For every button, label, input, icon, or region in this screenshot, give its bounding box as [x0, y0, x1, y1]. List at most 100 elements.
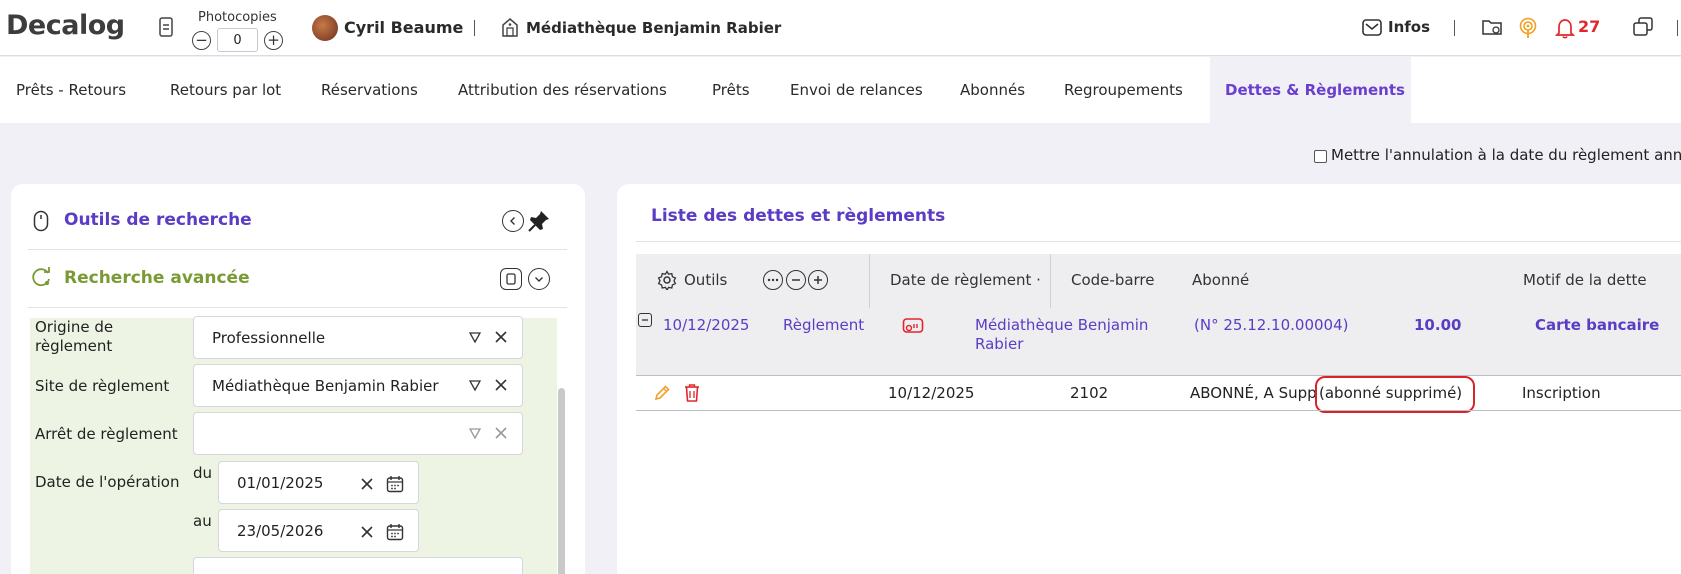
tab-prets[interactable]: Prêts: [702, 57, 778, 123]
debt-reason: Inscription: [1522, 384, 1601, 402]
minus-icon: [792, 279, 800, 281]
stop-select[interactable]: [193, 412, 523, 455]
calendar-icon[interactable]: [386, 523, 404, 541]
calendar-icon[interactable]: [386, 475, 404, 493]
expand-advanced-search-button[interactable]: [528, 268, 550, 290]
delete-trash-icon[interactable]: [683, 383, 701, 403]
debt-subscriber[interactable]: ABONNÉ, A Supp: [1190, 384, 1316, 402]
site-label: Site de règlement: [35, 377, 170, 395]
tab-prets-retours[interactable]: Prêts - Retours: [0, 57, 152, 123]
site-select[interactable]: Médiathèque Benjamin Rabier: [193, 364, 523, 407]
column-header-date[interactable]: Date de règlement ·: [890, 271, 1041, 289]
photocopier-icon: [158, 17, 174, 37]
divider: [28, 249, 567, 250]
library-name[interactable]: Médiathèque Benjamin Rabier: [526, 19, 781, 37]
bell-icon[interactable]: [1555, 17, 1575, 39]
row-divider: [636, 375, 1681, 376]
decalog-logo[interactable]: Decalog: [6, 10, 125, 41]
photocopies-count-input[interactable]: 0: [217, 28, 258, 52]
tools-menu-label[interactable]: Outils: [684, 271, 727, 289]
to-label: au: [193, 512, 212, 530]
mail-icon[interactable]: [1362, 19, 1382, 36]
bookmark-icon: [506, 273, 516, 285]
minus-icon: [642, 319, 648, 321]
tab-reservations[interactable]: Réservations: [296, 57, 440, 123]
tab-envoi-relances[interactable]: Envoi de relances: [778, 57, 954, 123]
payment-type[interactable]: Règlement: [783, 316, 864, 334]
clear-icon[interactable]: [494, 378, 508, 392]
debts-list-title: Liste des dettes et règlements: [651, 206, 946, 226]
notification-count-badge[interactable]: 27: [1578, 17, 1600, 36]
mouse-icon: [33, 210, 49, 232]
deleted-subscriber-highlight: [1315, 376, 1475, 413]
payment-site[interactable]: Médiathèque Benjamin Rabier: [975, 316, 1165, 354]
filter-icon[interactable]: [468, 330, 482, 344]
filter-icon[interactable]: [468, 378, 482, 392]
user-name[interactable]: Cyril Beaume: [344, 18, 463, 37]
building-icon: [501, 17, 519, 37]
payment-amount[interactable]: 10.00: [1414, 316, 1461, 334]
to-date-input[interactable]: 23/05/2026: [218, 509, 419, 552]
row-divider: [636, 410, 1681, 411]
column-header-barcode[interactable]: Code-barre: [1071, 271, 1155, 289]
tab-attribution-reservations[interactable]: Attribution des réservations: [440, 57, 702, 123]
separator: [474, 20, 475, 36]
collapse-panel-button[interactable]: [502, 210, 524, 232]
to-date-value: 23/05/2026: [237, 521, 324, 540]
form-scrollbar-thumb[interactable]: [558, 388, 565, 574]
more-options-button[interactable]: [763, 270, 783, 290]
payment-terminal-icon[interactable]: [902, 316, 924, 336]
separator: [1677, 20, 1678, 36]
payment-reference[interactable]: (N° 25.12.10.00004): [1194, 316, 1348, 334]
payment-method[interactable]: Carte bancaire: [1535, 316, 1659, 334]
plus-icon: [814, 276, 822, 284]
clear-icon[interactable]: [494, 426, 508, 440]
origin-label: Origine de règlement: [35, 318, 114, 355]
user-avatar[interactable]: [312, 15, 338, 41]
divider: [28, 307, 567, 308]
clear-icon[interactable]: [360, 525, 374, 539]
payment-date[interactable]: 10/12/2025: [663, 316, 749, 334]
expand-all-button[interactable]: [808, 270, 828, 290]
column-separator: [1050, 254, 1051, 308]
clear-icon[interactable]: [360, 477, 374, 491]
infos-link[interactable]: Infos: [1388, 18, 1430, 36]
column-header-reason[interactable]: Motif de la dette: [1523, 271, 1647, 289]
clear-icon[interactable]: [494, 330, 508, 344]
separator: [1454, 20, 1455, 36]
chevron-down-icon: [535, 277, 543, 282]
collapse-group-button[interactable]: [638, 313, 652, 327]
operation-type-select[interactable]: [193, 557, 523, 574]
search-tools-title: Outils de recherche: [64, 210, 252, 230]
column-header-subscriber[interactable]: Abonné: [1192, 271, 1249, 289]
cancel-date-checkbox-label[interactable]: Mettre l'annulation à la date du règleme…: [1331, 146, 1681, 164]
advanced-search-title: Recherche avancée: [64, 268, 250, 288]
ellipsis-icon: [767, 278, 779, 282]
podcast-icon[interactable]: [1518, 17, 1538, 39]
debts-list-panel: [617, 184, 1681, 574]
site-value: Médiathèque Benjamin Rabier: [212, 376, 439, 395]
from-date-value: 01/01/2025: [237, 473, 324, 492]
cloud-folder-icon[interactable]: [1481, 17, 1503, 37]
tab-regroupements[interactable]: Regroupements: [1062, 57, 1210, 123]
from-date-input[interactable]: 01/01/2025: [218, 461, 419, 504]
debt-date: 10/12/2025: [888, 384, 975, 402]
save-search-button[interactable]: [500, 268, 522, 290]
column-separator: [869, 254, 870, 308]
photocopies-label: Photocopies: [198, 10, 277, 25]
photocopies-decrement-button[interactable]: −: [192, 31, 211, 50]
filter-icon[interactable]: [468, 426, 482, 440]
origin-select[interactable]: Professionnelle: [193, 316, 523, 359]
edit-pencil-icon[interactable]: [653, 384, 671, 402]
stop-label: Arrêt de règlement: [35, 425, 178, 443]
cancel-date-checkbox[interactable]: [1314, 150, 1327, 163]
photocopies-increment-button[interactable]: +: [264, 31, 283, 50]
tab-abonnes[interactable]: Abonnés: [954, 57, 1062, 123]
windows-icon[interactable]: [1632, 17, 1654, 37]
chevron-left-icon: [510, 217, 515, 225]
tab-dettes-reglements[interactable]: Dettes & Règlements: [1210, 57, 1411, 123]
tab-retours-par-lot[interactable]: Retours par lot: [152, 57, 296, 123]
gear-icon[interactable]: [657, 270, 677, 290]
pin-icon[interactable]: [527, 209, 551, 233]
collapse-all-button[interactable]: [786, 270, 806, 290]
